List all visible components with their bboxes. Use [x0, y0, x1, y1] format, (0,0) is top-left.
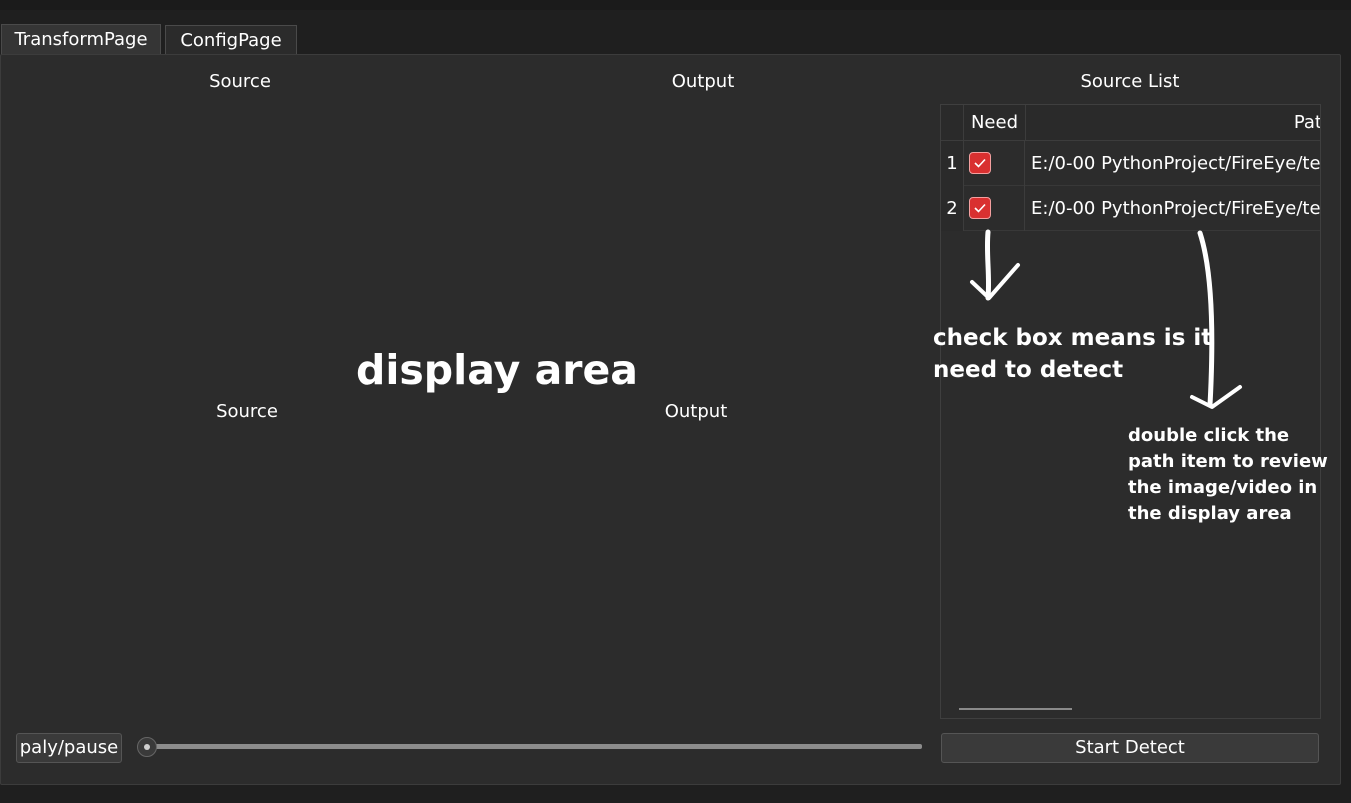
arrow-down-icon	[984, 229, 992, 301]
progress-slider-handle[interactable]	[137, 737, 157, 757]
checkbox-annotation: check box means is it need to detect	[933, 325, 1213, 383]
path-annotation: double click the path item to review the…	[1128, 425, 1328, 524]
arrow-head-icon	[970, 263, 1020, 300]
play-pause-button[interactable]: paly/pause	[16, 733, 122, 763]
arrow-head-icon	[1190, 385, 1242, 409]
progress-slider-track[interactable]	[146, 744, 922, 749]
start-detect-button[interactable]: Start Detect	[941, 733, 1319, 763]
annotation-arrows	[970, 229, 1242, 409]
